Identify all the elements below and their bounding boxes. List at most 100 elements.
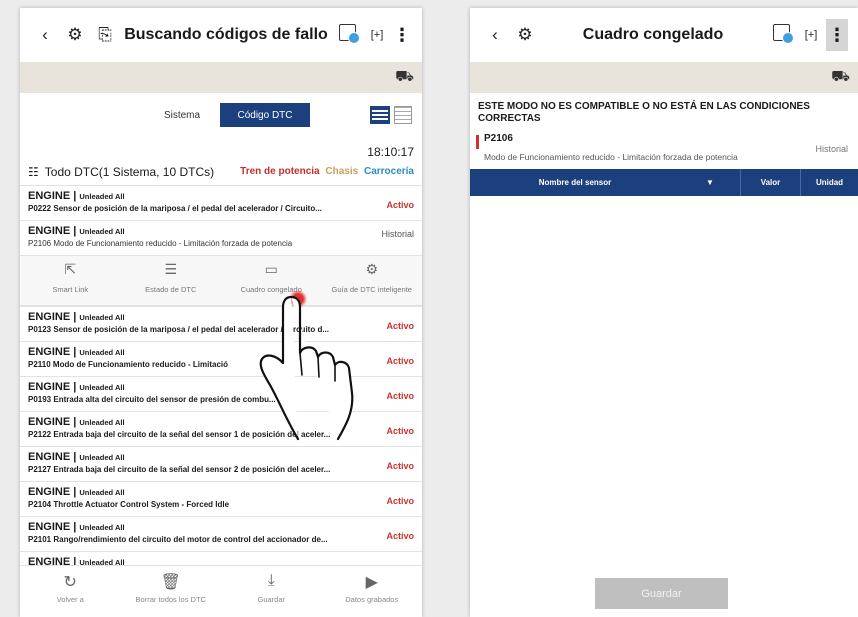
column-value[interactable]: Valor — [740, 169, 800, 196]
vehicle-bar: ⛟ — [470, 62, 858, 93]
dtc-variant: Unleaded All — [79, 523, 125, 532]
tab-dtc-code[interactable]: Código DTC — [220, 103, 310, 127]
dtc-system: ENGINE | — [28, 346, 77, 358]
nav-label: Borrar todos los DTC — [135, 595, 206, 604]
dtc-description: P2106 Modo de Funcionamiento reducido - … — [28, 239, 293, 248]
nav-label: Volver a — [56, 595, 84, 604]
sort-dropdown-icon[interactable]: ▼ — [680, 178, 740, 187]
filter-chassis[interactable]: Chasis — [325, 166, 358, 177]
table-row-selected[interactable]: ENGINE | Unleaded All P2106 Modo de Func… — [20, 220, 422, 255]
dtc-variant: Unleaded All — [79, 453, 125, 462]
top-bar: ‹ ⚙ Cuadro congelado [+] ⋮ — [470, 8, 858, 62]
dtc-variant: Unleaded All — [79, 383, 125, 392]
recorded-data-button[interactable]: ▶ Datos grabados — [322, 566, 423, 617]
refresh-icon: ↻ — [63, 574, 77, 591]
dtc-status: Activo — [386, 461, 414, 471]
table-row[interactable]: ENGINE | Unleaded All P0222 Sensor de po… — [20, 185, 422, 220]
more-icon[interactable]: ⋮ — [392, 25, 412, 46]
page-title: Buscando códigos de fallo — [124, 26, 328, 43]
more-icon[interactable]: ⋮ — [826, 19, 848, 51]
dtc-search-screen: ‹ ⚙ ⎘ Buscando códigos de fallo [+] ⋮ ⛟ … — [20, 8, 422, 617]
page-title: Cuadro congelado — [582, 26, 724, 43]
table-row[interactable]: ENGINE | Unleaded All P2127 Entrada baja… — [20, 446, 422, 481]
sensor-table-header: Nombre del sensor ▼ Valor Unidad — [470, 169, 858, 196]
dtc-system: ENGINE | — [28, 416, 77, 428]
nav-label: Datos grabados — [345, 595, 399, 604]
status-icon: ☰ — [164, 261, 178, 277]
view-toggle: Sistema Código DTC — [20, 93, 422, 139]
all-dtc-label: Todo DTC(1 Sistema, 10 DTCs) — [44, 165, 215, 179]
car-connect-icon[interactable]: ⚙ — [510, 25, 540, 45]
dtc-system: ENGINE | — [28, 225, 77, 237]
play-icon: ▶ — [365, 574, 378, 591]
vehicle-bar: ⛟ — [20, 62, 422, 93]
dtc-description: P2127 Entrada baja del circuito de la se… — [28, 465, 331, 474]
action-label: Estado de DTC — [145, 285, 197, 294]
vehicle-icon[interactable]: ⛟ — [395, 68, 414, 87]
bottom-toolbar: ↻ Volver a 🗑 Borrar todos los DTC ⤓ Guar… — [20, 565, 422, 617]
dtc-status: Activo — [386, 496, 414, 506]
action-label: Smart Link — [52, 285, 89, 294]
tab-system[interactable]: Sistema — [137, 103, 227, 127]
screenshot-icon[interactable]: [+] — [362, 29, 392, 41]
scan-time: 18:10:17 — [367, 145, 414, 159]
dtc-description: Modo de Funcionamiento reducido - Limita… — [484, 152, 738, 162]
dtc-description: P2104 Throttle Actuator Control System -… — [28, 500, 230, 509]
column-sensor-name[interactable]: Nombre del sensor — [470, 178, 680, 187]
rescan-button[interactable]: ↻ Volver a — [20, 566, 121, 617]
dtc-status: Activo — [386, 200, 414, 210]
freeze-frame-screen: ‹ ⚙ Cuadro congelado [+] ⋮ ⛟ ESTE MODO N… — [470, 8, 858, 617]
dtc-system: ENGINE | — [28, 311, 77, 323]
pointing-hand-icon — [259, 295, 354, 441]
dtc-status: Historial — [815, 144, 848, 154]
list-view-icon[interactable] — [370, 106, 390, 124]
back-icon[interactable]: ‹ — [30, 25, 60, 45]
dtc-scan-icon[interactable] — [766, 24, 796, 46]
all-dtc-filter[interactable]: ☷ Todo DTC(1 Sistema, 10 DTCs) — [28, 165, 214, 179]
dtc-system: ENGINE | — [28, 521, 77, 533]
filter-list-icon: ☷ — [28, 165, 39, 179]
save-button[interactable]: ⤓ Guardar — [221, 566, 322, 617]
freeze-frame-icon: ▭ — [264, 261, 278, 277]
dtc-description: P2101 Rango/rendimiento del circuito del… — [28, 535, 328, 544]
filter-powertrain[interactable]: Tren de potencia — [240, 166, 319, 177]
back-icon[interactable]: ‹ — [480, 25, 510, 45]
dtc-system: ENGINE | — [28, 451, 77, 463]
dtc-status: Activo — [386, 531, 414, 541]
share-icon: ⇱ — [64, 261, 77, 277]
dtc-variant: Unleaded All — [79, 418, 125, 427]
dtc-variant: Unleaded All — [79, 348, 125, 357]
filter-body[interactable]: Carrocería — [364, 166, 414, 177]
table-row[interactable]: ENGINE | Unleaded All P2104 Throttle Act… — [20, 481, 422, 516]
dtc-status-button[interactable]: ☰ Estado de DTC — [121, 256, 222, 305]
dtc-summary: 18:10:17 ☷ Todo DTC(1 Sistema, 10 DTCs) … — [20, 139, 422, 185]
smart-link-button[interactable]: ⇱ Smart Link — [20, 256, 121, 305]
category-filters: Tren de potencia Chasis Carrocería — [240, 166, 414, 177]
trash-icon: 🗑 — [160, 574, 181, 591]
dtc-status: Activo — [386, 391, 414, 401]
download-icon: ⤓ — [267, 572, 275, 589]
car-connect-icon[interactable]: ⚙ — [60, 25, 90, 45]
nav-label: Guardar — [257, 595, 285, 604]
dtc-status: Historial — [381, 229, 414, 239]
dtc-variant: Unleaded All — [79, 313, 125, 322]
gear-icon: ⚙ — [365, 261, 379, 277]
vehicle-icon[interactable]: ⛟ — [831, 68, 850, 87]
dtc-status: Activo — [386, 426, 414, 436]
dtc-code: P2106 — [484, 133, 513, 144]
column-unit[interactable]: Unidad — [800, 169, 858, 196]
export-icon[interactable]: ⎘ — [90, 25, 120, 45]
incompatible-mode-warning: ESTE MODO NO ES COMPATIBLE O NO ESTÁ EN … — [478, 101, 810, 124]
grid-view-icon[interactable] — [394, 106, 412, 124]
dtc-status: Activo — [386, 321, 414, 331]
table-row[interactable]: ENGINE | Unleaded All P2101 Rango/rendim… — [20, 516, 422, 551]
clear-all-dtc-button[interactable]: 🗑 Borrar todos los DTC — [121, 566, 222, 617]
dtc-scan-icon[interactable] — [332, 24, 362, 46]
save-button[interactable]: Guardar — [595, 578, 728, 609]
freeze-frame-dtc: P2106 Modo de Funcionamiento reducido - … — [470, 129, 858, 169]
top-bar: ‹ ⚙ ⎘ Buscando códigos de fallo [+] ⋮ — [20, 8, 422, 62]
screenshot-icon[interactable]: [+] — [796, 29, 826, 41]
dtc-system: ENGINE | — [28, 190, 77, 202]
dtc-list-top: ENGINE | Unleaded All P0222 Sensor de po… — [20, 185, 422, 255]
dtc-variant: Unleaded All — [79, 192, 125, 201]
